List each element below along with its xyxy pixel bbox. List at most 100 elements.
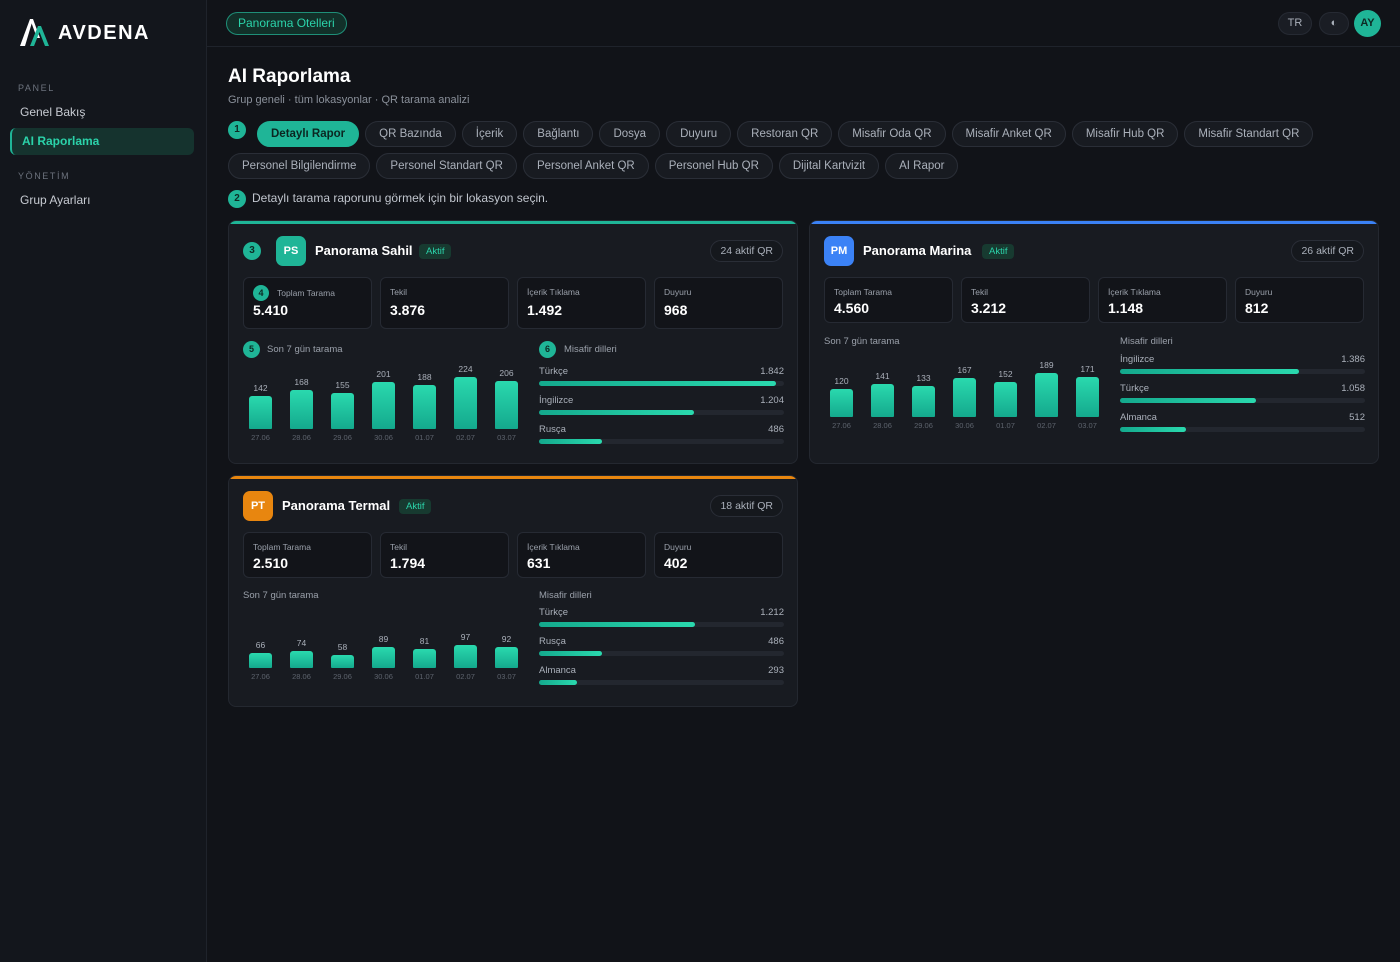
bar-value-label: 58 <box>337 642 348 652</box>
bar-column[interactable]: 224 02.07 <box>454 364 477 442</box>
tab-bağlantı[interactable]: Bağlantı <box>523 121 594 147</box>
tab-i-çerik[interactable]: İçerik <box>461 121 518 147</box>
bar-column[interactable]: 168 28.06 <box>290 367 313 442</box>
metric-content-clicks: İçerik Tıklama 631 <box>517 532 646 578</box>
bar-date-label: 02.07 <box>456 433 475 442</box>
language-name: Türkçe <box>539 366 569 377</box>
bar-column[interactable]: 167 30.06 <box>953 355 976 430</box>
tab-dijital-kartvizit[interactable]: Dijital Kartvizit <box>778 153 880 179</box>
bar-column[interactable]: 155 29.06 <box>331 367 354 442</box>
bar <box>249 396 272 429</box>
language-name: Rusça <box>539 424 566 435</box>
bar-column[interactable]: 133 29.06 <box>912 355 935 430</box>
bar-date-label: 02.07 <box>456 672 475 681</box>
bar-column[interactable]: 97 02.07 <box>454 606 477 681</box>
card-accent-line <box>229 476 797 479</box>
active-qr-count: 18 aktif QR <box>710 495 783 517</box>
bar <box>290 651 313 668</box>
language-progress-fill <box>539 381 777 386</box>
bar-column[interactable]: 141 28.06 <box>871 355 894 430</box>
hotel-group-selector[interactable]: Panorama Otelleri <box>226 12 347 35</box>
bar-column[interactable]: 89 30.06 <box>372 606 395 681</box>
user-avatar[interactable]: AY <box>1354 10 1381 37</box>
language-row: Almanca 293 <box>539 665 784 687</box>
sidebar-item-group-settings[interactable]: Grup Ayarları <box>10 187 194 214</box>
sidebar-item-ai-reporting[interactable]: AI Raporlama <box>10 128 194 155</box>
language-name: Türkçe <box>1120 383 1150 394</box>
card-accent-line <box>810 221 1378 224</box>
bar-date-label: 28.06 <box>873 421 892 430</box>
metric-total-scans: Toplam Tarama 2.510 <box>243 532 372 578</box>
active-qr-count: 26 aktif QR <box>1291 240 1364 262</box>
brand-logo[interactable]: AVDENA <box>18 16 150 50</box>
tab-misafir-anket-qr[interactable]: Misafir Anket QR <box>951 121 1066 147</box>
tab-dosya[interactable]: Dosya <box>599 121 661 147</box>
bar-column[interactable]: 206 03.07 <box>495 367 518 442</box>
languages-label: Misafir dilleri <box>1120 336 1173 347</box>
theme-toggle-icon[interactable]: ◐ <box>1319 12 1349 35</box>
language-row: İngilizce 1.204 <box>539 395 784 417</box>
bar-date-label: 27.06 <box>251 672 270 681</box>
bar-value-label: 168 <box>294 377 309 387</box>
bar-value-label: 66 <box>255 640 266 650</box>
bar-column[interactable]: 201 30.06 <box>372 367 395 442</box>
location-card-sahil[interactable]: 3 PS Panorama Sahil Aktif 24 aktif QR 4 … <box>228 220 798 464</box>
bar-value-label: 201 <box>376 369 391 379</box>
bar-column[interactable]: 92 03.07 <box>495 606 518 681</box>
step-badge-3: 3 <box>243 242 261 260</box>
bar-column[interactable]: 81 01.07 <box>413 606 436 681</box>
bar <box>290 390 313 429</box>
metric-total-scans: 4 Toplam Tarama 5.410 <box>243 277 372 329</box>
language-progress-track <box>539 680 784 685</box>
bar-column[interactable]: 66 27.06 <box>249 606 272 681</box>
tab-misafir-standart-qr[interactable]: Misafir Standart QR <box>1184 121 1314 147</box>
sidebar-item-overview[interactable]: Genel Bakış <box>10 99 194 126</box>
avdena-logo-icon <box>20 19 49 46</box>
language-switch-button[interactable]: TR <box>1278 12 1312 35</box>
bar-date-label: 30.06 <box>374 672 393 681</box>
bar-value-label: 188 <box>417 372 432 382</box>
bar-value-label: 142 <box>253 383 268 393</box>
bar-column[interactable]: 58 29.06 <box>331 606 354 681</box>
bar-column[interactable]: 74 28.06 <box>290 606 313 681</box>
metric-label: Duyuru <box>1245 287 1273 297</box>
bar <box>454 377 477 429</box>
location-card-termal[interactable]: PT Panorama Termal Aktif 18 aktif QR Top… <box>228 475 798 707</box>
tab-restoran-qr[interactable]: Restoran QR <box>737 121 833 147</box>
bar-column[interactable]: 188 01.07 <box>413 367 436 442</box>
bar-date-label: 01.07 <box>415 433 434 442</box>
status-badge: Aktif <box>399 499 432 514</box>
metric-value: 3.212 <box>971 300 1007 316</box>
location-card-marina[interactable]: PM Panorama Marina Aktif 26 aktif QR Top… <box>809 220 1379 464</box>
bar-column[interactable]: 152 01.07 <box>994 355 1017 430</box>
language-count: 1.204 <box>760 395 784 406</box>
step-badge-1: 1 <box>228 121 246 139</box>
tab-qr-bazında[interactable]: QR Bazında <box>365 121 456 147</box>
bar-column[interactable]: 171 03.07 <box>1076 355 1099 430</box>
tab-personel-standart-qr[interactable]: Personel Standart QR <box>376 153 517 179</box>
bar-value-label: 152 <box>998 369 1013 379</box>
language-count: 486 <box>768 636 784 647</box>
tab-detaylı-rapor[interactable]: Detaylı Rapor <box>257 121 360 147</box>
tab-duyuru[interactable]: Duyuru <box>666 121 732 147</box>
metric-label: Toplam Tarama <box>253 542 311 552</box>
location-badge: PT <box>243 491 273 521</box>
bar-column[interactable]: 189 02.07 <box>1035 355 1058 430</box>
language-count: 1.842 <box>760 366 784 377</box>
metric-label: Tekil <box>390 287 408 297</box>
page-subtitle: Grup geneli · tüm lokasyonlar · QR taram… <box>228 94 470 106</box>
tab-misafir-oda-qr[interactable]: Misafir Oda QR <box>838 121 946 147</box>
metric-unique: Tekil 3.212 <box>961 277 1090 323</box>
tab-personel-hub-qr[interactable]: Personel Hub QR <box>654 153 773 179</box>
bar-value-label: 206 <box>499 368 514 378</box>
bar-column[interactable]: 120 27.06 <box>830 355 853 430</box>
location-hint: Detaylı tarama raporunu görmek için bir … <box>252 191 549 205</box>
tab-ai-rapor[interactable]: AI Rapor <box>885 153 959 179</box>
tab-misafir-hub-qr[interactable]: Misafir Hub QR <box>1071 121 1179 147</box>
bar-value-label: 141 <box>875 371 890 381</box>
language-progress-track <box>1120 369 1365 374</box>
bar-value-label: 92 <box>501 634 512 644</box>
tab-personel-bilgilendirme[interactable]: Personel Bilgilendirme <box>228 153 371 179</box>
tab-personel-anket-qr[interactable]: Personel Anket QR <box>522 153 649 179</box>
bar-column[interactable]: 142 27.06 <box>249 367 272 442</box>
